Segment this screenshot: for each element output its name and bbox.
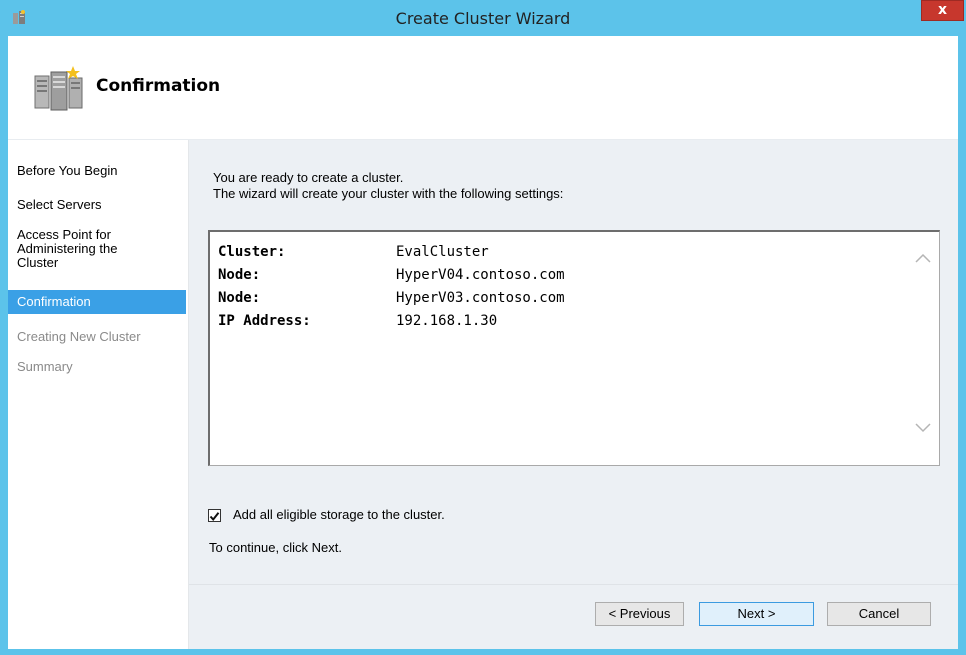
settings-key: IP Address: bbox=[218, 313, 311, 329]
scroll-down-icon[interactable] bbox=[913, 420, 933, 434]
settings-key: Node: bbox=[218, 290, 261, 306]
nav-item-label: Summary bbox=[17, 359, 73, 374]
previous-button[interactable]: < Previous bbox=[595, 602, 684, 626]
nav-item-label: Select Servers bbox=[17, 197, 102, 212]
settings-value: 192.168.1.30 bbox=[396, 313, 498, 329]
intro-text-detail: The wizard will create your cluster with… bbox=[213, 186, 564, 201]
nav-item-summary: Summary bbox=[8, 360, 186, 374]
wizard-window: Create Cluster Wizard x Confirmation Bef… bbox=[0, 0, 966, 655]
intro-text: You are ready to create a cluster. bbox=[213, 170, 404, 185]
scroll-up-icon[interactable] bbox=[913, 252, 933, 266]
nav-item-label: Before You Begin bbox=[17, 163, 118, 178]
settings-value: HyperV03.contoso.com bbox=[396, 290, 565, 306]
page-title: Confirmation bbox=[96, 76, 221, 96]
nav-item-access-point[interactable]: Access Point for Administering the Clust… bbox=[8, 228, 186, 270]
close-button[interactable]: x bbox=[921, 0, 964, 21]
nav-item-before-you-begin[interactable]: Before You Begin bbox=[8, 164, 186, 178]
nav-item-label-line: Administering the bbox=[17, 241, 118, 256]
nav-item-label: Creating New Cluster bbox=[17, 329, 141, 344]
settings-key: Cluster: bbox=[218, 244, 286, 260]
window-bottom-border bbox=[0, 649, 966, 655]
add-storage-checkbox[interactable] bbox=[208, 509, 221, 522]
checkmark-icon bbox=[209, 512, 220, 522]
nav-item-label-line: Access Point for bbox=[17, 227, 111, 242]
nav-item-label-line: Cluster bbox=[17, 255, 59, 270]
continue-instruction: To continue, click Next. bbox=[209, 540, 342, 555]
settings-value: HyperV04.contoso.com bbox=[396, 267, 565, 283]
settings-summary-box[interactable]: Cluster: EvalCluster Node: HyperV04.cont… bbox=[208, 230, 940, 466]
nav-item-select-servers[interactable]: Select Servers bbox=[8, 198, 186, 212]
next-button[interactable]: Next > bbox=[699, 602, 814, 626]
settings-value: EvalCluster bbox=[396, 244, 489, 260]
page-header: Confirmation bbox=[8, 36, 958, 140]
client-area: Confirmation Before You Begin Select Ser… bbox=[8, 36, 958, 650]
main-panel: You are ready to create a cluster. The w… bbox=[189, 140, 958, 584]
window-title: Create Cluster Wizard bbox=[395, 9, 571, 28]
title-bar[interactable]: Create Cluster Wizard x bbox=[0, 0, 966, 36]
cancel-button[interactable]: Cancel bbox=[827, 602, 931, 626]
settings-key: Node: bbox=[218, 267, 261, 283]
cluster-servers-icon bbox=[34, 66, 83, 111]
add-storage-label[interactable]: Add all eligible storage to the cluster. bbox=[233, 507, 445, 522]
wizard-steps-nav: Before You Begin Select Servers Access P… bbox=[8, 140, 189, 649]
nav-item-confirmation[interactable]: Confirmation bbox=[8, 290, 186, 314]
nav-item-label: Confirmation bbox=[17, 294, 91, 309]
wizard-footer: < Previous Next > Cancel bbox=[189, 584, 958, 650]
nav-item-creating-new-cluster: Creating New Cluster bbox=[8, 330, 186, 344]
close-icon: x bbox=[937, 2, 948, 18]
